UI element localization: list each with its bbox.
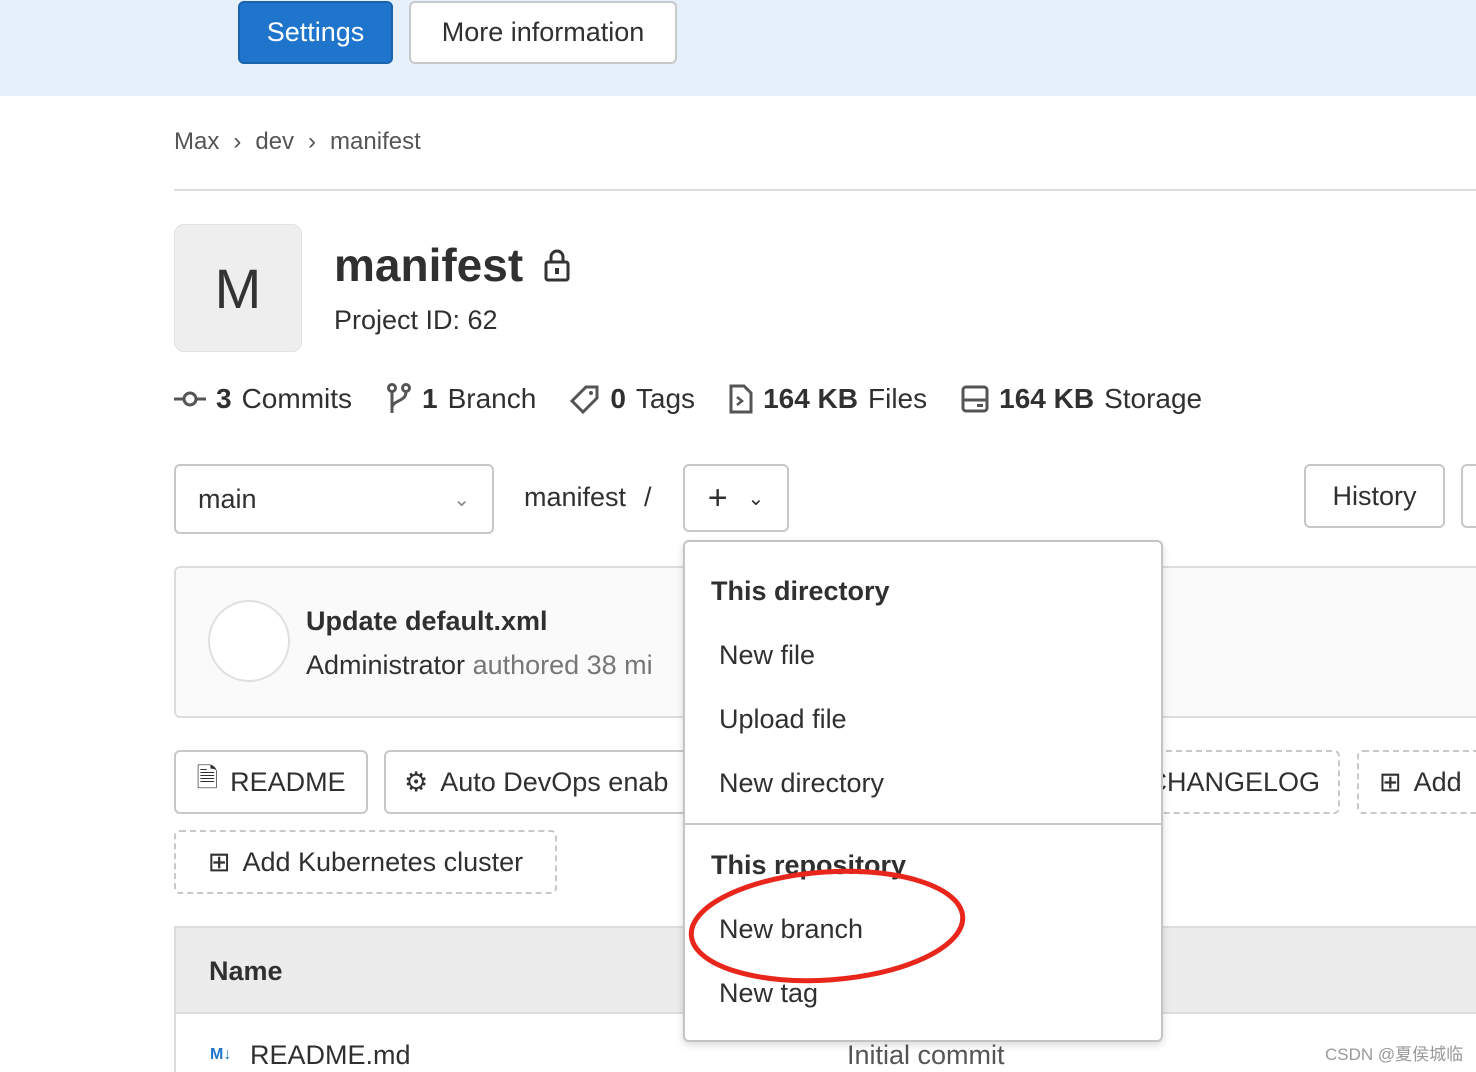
commit-time: authored 38 mi	[472, 650, 653, 680]
storage-icon	[961, 385, 989, 413]
watermark: CSDN @夏侯城临	[1325, 1045, 1464, 1064]
add-kubernetes-cluster-button[interactable]: ⊞ Add Kubernetes cluster	[174, 830, 557, 894]
commit-icon	[174, 391, 206, 407]
add-button[interactable]: ⊞ Add	[1357, 750, 1476, 814]
file-last-commit[interactable]: Initial commit	[847, 1040, 1005, 1071]
commit-meta: Administrator authored 38 mi	[306, 650, 653, 681]
chevron-down-icon: ⌄	[453, 488, 470, 511]
settings-button[interactable]: Settings	[238, 1, 393, 64]
breadcrumb-dev[interactable]: dev	[255, 128, 294, 156]
column-name: Name	[209, 956, 283, 986]
breadcrumb-max[interactable]: Max	[174, 128, 219, 156]
project-name: manifest	[334, 239, 524, 291]
readme-button[interactable]: 🗎 README	[174, 750, 368, 814]
file-icon	[729, 384, 753, 414]
project-id: Project ID: 62	[334, 305, 498, 335]
avatar-letter: M	[214, 256, 262, 320]
breadcrumb-manifest[interactable]: manifest	[330, 128, 421, 156]
file-name[interactable]: README.md	[250, 1040, 411, 1071]
plus-icon: +	[707, 478, 728, 517]
auto-devops-button[interactable]: ⚙ Auto DevOps enab	[384, 750, 714, 814]
chevron-down-icon: ⌄	[747, 487, 765, 510]
more-information-button[interactable]: More information	[409, 1, 677, 64]
top-banner: Settings More information	[0, 0, 1476, 96]
stat-branches[interactable]: 1 Branch	[386, 383, 536, 415]
file-icon: 🗎	[196, 763, 219, 793]
menu-divider	[685, 823, 1161, 825]
project-title: manifest	[334, 238, 571, 292]
markdown-icon: M↓	[210, 1046, 232, 1063]
lock-icon	[544, 249, 570, 282]
branch-icon	[387, 383, 412, 413]
chevron-right-icon: ›	[308, 128, 317, 155]
chevron-right-icon: ›	[233, 128, 242, 155]
author-avatar	[208, 600, 290, 682]
stat-files[interactable]: 164 KB Files	[729, 383, 927, 415]
find-file-button[interactable]	[1461, 464, 1476, 528]
breadcrumb: Max › dev › manifest	[174, 128, 421, 156]
divider	[174, 189, 1476, 191]
gear-icon: ⚙	[404, 766, 429, 797]
menu-new-file[interactable]: New file	[719, 640, 815, 671]
commit-author[interactable]: Administrator	[306, 650, 465, 680]
path-root[interactable]: manifest	[524, 482, 626, 513]
project-stats: 3 Commits 1 Branch 0 Tags 164 KB Files 164 K…	[174, 383, 1202, 415]
stat-tags[interactable]: 0 Tags	[570, 383, 695, 415]
history-button[interactable]: History	[1304, 464, 1445, 528]
branch-name: main	[198, 483, 257, 514]
stat-storage[interactable]: 164 KB Storage	[961, 383, 1202, 415]
repo-path: manifest /	[524, 482, 652, 513]
stat-commits[interactable]: 3 Commits	[174, 383, 352, 415]
plus-square-icon: ⊞	[1379, 766, 1402, 797]
annotation-circle	[688, 868, 966, 984]
menu-upload-file[interactable]: Upload file	[719, 704, 847, 735]
project-avatar: M	[174, 224, 302, 352]
branch-selector[interactable]: main ⌄	[174, 464, 494, 534]
section-this-directory: This directory	[711, 576, 890, 606]
commit-title[interactable]: Update default.xml	[306, 606, 548, 637]
add-menu-button[interactable]: + ⌄	[683, 464, 789, 532]
plus-square-icon: ⊞	[207, 846, 231, 877]
path-separator: /	[644, 482, 652, 512]
tag-icon	[570, 385, 599, 414]
menu-new-directory[interactable]: New directory	[719, 768, 884, 799]
